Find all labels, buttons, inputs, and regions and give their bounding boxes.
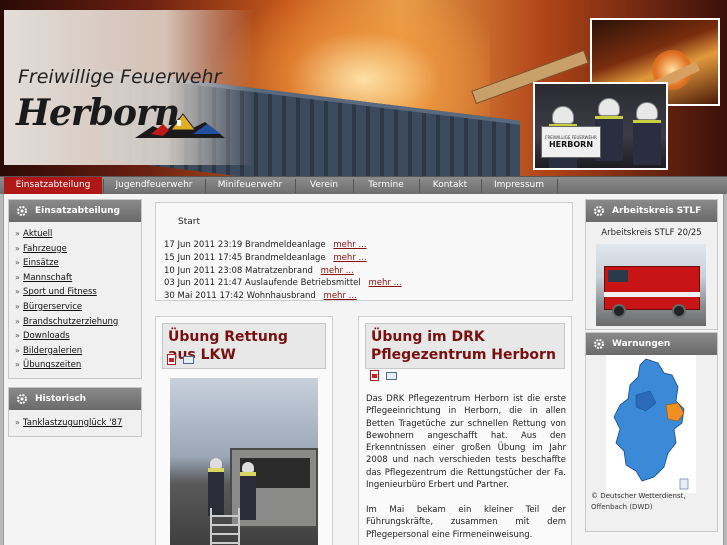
more-link[interactable]: mehr ...	[333, 240, 366, 250]
sidebar-historisch: Historisch Tanklastzugunglück '87	[8, 387, 142, 437]
more-link[interactable]: mehr ...	[321, 266, 354, 276]
herborn-door-sign: FREIWILLIGE FEUERWEHR HERBORN	[541, 126, 601, 158]
news-box: Start 17 Jun 2011 23:19 Brandmeldeanlage…	[155, 202, 573, 301]
nav-jugendfeuerwehr[interactable]: Jugendfeuerwehr	[104, 177, 204, 194]
sidebar-item-aktuell[interactable]: Aktuell	[15, 227, 141, 242]
article-drk: Übung im DRK Pflegezentrum Herborn Das D…	[358, 316, 572, 545]
sidebar-header: Warnungen	[586, 333, 717, 355]
nav-termine[interactable]: Termine	[354, 177, 418, 194]
sidebar-item-fahrzeuge[interactable]: Fahrzeuge	[15, 242, 141, 257]
article-lkw: Übung Rettung aus LKW	[155, 316, 333, 545]
gear-icon	[17, 206, 27, 216]
news-row: 30 Mai 2011 17:42 Wohnhausbrand mehr ...	[164, 291, 357, 301]
weather-warning-map[interactable]	[606, 355, 696, 493]
warnings-box: Warnungen © Deutscher Wetterdienst, Offe…	[585, 332, 718, 532]
email-icon[interactable]	[386, 372, 397, 380]
sidebar-header: Einsatzabteilung	[9, 200, 141, 222]
gear-icon	[594, 339, 604, 349]
content-area: Einsatzabteilung Aktuell Fahrzeuge Einsä…	[3, 194, 724, 545]
news-row: 15 Jun 2011 17:45 Brandmeldeanlage mehr …	[164, 253, 367, 263]
nav-impressum[interactable]: Impressum	[482, 177, 556, 194]
firefighter-team-photo: FREIWILLIGE FEUERWEHR HERBORN	[533, 82, 668, 170]
email-icon[interactable]	[183, 356, 194, 364]
more-link[interactable]: mehr ...	[333, 253, 366, 263]
sidebar-item-downloads[interactable]: Downloads	[15, 329, 141, 344]
sidebar-header: Historisch	[9, 388, 141, 410]
main-navigation: Einsatzabteilung Jugendfeuerwehr Minifeu…	[0, 176, 727, 194]
pdf-icon[interactable]	[370, 370, 379, 381]
header-banner: Freiwillige Feuerwehr Herborn FREIWILLIG…	[0, 0, 727, 176]
sidebar-item-brandschutzerziehung[interactable]: Brandschutzerziehung	[15, 315, 141, 330]
stlf-truck-photo[interactable]	[596, 244, 706, 326]
sidebar-item-tanklastzug[interactable]: Tanklastzugunglück '87	[15, 416, 141, 431]
sidebar-item-sport[interactable]: Sport und Fitness	[15, 285, 141, 300]
news-row: 03 Jun 2011 21:47 Auslaufende Betriebsmi…	[164, 278, 402, 288]
gear-icon	[17, 394, 27, 404]
more-link[interactable]: mehr ...	[368, 278, 401, 288]
article-paragraph: Im Mai bekam ein kleiner Teil der Führun…	[366, 505, 566, 540]
sidebar-item-bildergalerien[interactable]: Bildergalerien	[15, 344, 141, 359]
town-crest-icon	[135, 113, 225, 138]
logo-text-line1: Freiwillige Feuerwehr	[18, 66, 222, 88]
nav-verein[interactable]: Verein	[296, 177, 352, 194]
dwd-credit: © Deutscher Wetterdienst, Offenbach (DWD…	[591, 492, 686, 511]
more-link[interactable]: mehr ...	[324, 291, 357, 301]
sidebar-menu: Tanklastzugunglück '87	[9, 410, 141, 431]
news-row: 17 Jun 2011 23:19 Brandmeldeanlage mehr …	[164, 240, 367, 250]
sidebar-item-uebungszeiten[interactable]: Übungszeiten	[15, 358, 141, 373]
nav-kontakt[interactable]: Kontakt	[420, 177, 480, 194]
nav-einsatzabteilung[interactable]: Einsatzabteilung	[4, 177, 102, 194]
sidebar-item-buergerservice[interactable]: Bürgerservice	[15, 300, 141, 315]
sidebar-item-mannschaft[interactable]: Mannschaft	[15, 271, 141, 286]
nav-minifeuerwehr[interactable]: Minifeuerwehr	[206, 177, 294, 194]
article-title[interactable]: Übung im DRK Pflegezentrum Herborn	[365, 323, 565, 369]
news-row: 10 Jun 2011 23:08 Matratzenbrand mehr ..…	[164, 266, 354, 276]
sidebar-einsatzabteilung: Einsatzabteilung Aktuell Fahrzeuge Einsä…	[8, 199, 142, 379]
lkw-rescue-photo	[170, 378, 318, 545]
sidebar-header: Arbeitskreis STLF 20/25	[586, 200, 717, 238]
article-paragraph: Das DRK Pflegezentrum Herborn ist die er…	[366, 394, 566, 491]
sidebar-menu: Aktuell Fahrzeuge Einsätze Mannschaft Sp…	[9, 222, 141, 373]
stlf-caption: Arbeitskreis STLF 20/25	[601, 228, 702, 238]
sidebar-item-einsaetze[interactable]: Einsätze	[15, 256, 141, 271]
stlf-box: Arbeitskreis STLF 20/25 Arbeitskreis STL…	[585, 199, 718, 330]
breadcrumb: Start	[178, 217, 200, 227]
gear-icon	[594, 206, 604, 216]
pdf-icon[interactable]	[167, 354, 176, 365]
